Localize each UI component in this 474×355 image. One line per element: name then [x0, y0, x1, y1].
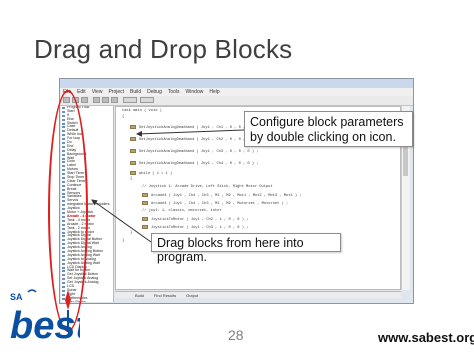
code-text: Arcade4 ( Joy1 , Ch4 , Ch3 , M1 , M2 , M…	[151, 201, 289, 206]
code-line[interactable]: JoystickToMotor ( Joy1 , Ch2 , 1 , 0 , 0…	[142, 217, 248, 222]
code-text: SetJoystickAnalogDeadband ( Joy1 , Ch2 ,…	[139, 137, 259, 142]
code-line[interactable]: while ( 1 = 1 )	[130, 171, 172, 176]
menu-item-project[interactable]: Project	[108, 88, 124, 96]
output-tabs: Build Find Results Output	[115, 291, 401, 298]
menu-item-tools[interactable]: Tools	[168, 88, 180, 96]
code-text: SetJoystickAnalogDeadband ( Joy1 , Ch3 ,…	[139, 149, 259, 154]
toolbar-cut-button[interactable]	[93, 97, 100, 103]
block-icon[interactable]	[142, 193, 148, 197]
block-icon[interactable]	[130, 171, 136, 175]
code-line[interactable]: // Joystick 1: Arcade Drive, Left Stick,…	[142, 185, 273, 190]
website-url[interactable]: www.sabest.org	[378, 330, 474, 345]
code-line[interactable]: // joy1: 1, classic, motorset, inter	[142, 209, 222, 214]
code-line[interactable]: {	[122, 115, 124, 120]
output-tab-find-results[interactable]: Find Results	[154, 293, 176, 298]
code-text: while ( 1 = 1 )	[139, 171, 173, 176]
menu-item-edit[interactable]: Edit	[77, 88, 86, 96]
code-text: // Joystick 1: Arcade Drive, Left Stick,…	[142, 185, 273, 189]
logo-wordmark: best	[10, 305, 80, 347]
app-toolbar	[60, 96, 413, 106]
code-line[interactable]: }	[130, 231, 132, 236]
code-text: {	[122, 115, 125, 119]
code-line[interactable]: JoystickToMotor ( Joy1 , Ch3 , 1 , 0 , 0…	[142, 225, 248, 230]
code-text: }	[130, 231, 133, 235]
code-line[interactable]: SetJoystickAnalogDeadband ( Joy1 , Ch3 ,…	[130, 149, 259, 154]
code-text: SetJoystickAnalogDeadband ( Joy1 , Ch1 ,…	[139, 125, 259, 130]
code-text: task main ( void )	[122, 109, 162, 113]
code-text: {	[130, 177, 133, 181]
block-icon[interactable]	[130, 125, 136, 129]
code-text: JoystickToMotor ( Joy1 , Ch3 , 1 , 0 , 0…	[151, 225, 249, 230]
code-text: Arcade4 ( Joy1 , Ch4 , Ch3 , M1 , M2 , M…	[151, 193, 302, 198]
block-icon[interactable]	[142, 201, 148, 205]
code-text: JoystickToMotor ( Joy1 , Ch2 , 1 , 0 , 0…	[151, 217, 249, 222]
output-tab-build[interactable]: Build	[135, 293, 144, 298]
code-line[interactable]: {	[130, 177, 132, 182]
block-icon[interactable]	[130, 149, 136, 153]
configure-callout: Configure block parameters by double cli…	[244, 111, 413, 147]
menu-item-build[interactable]: Build	[130, 88, 141, 96]
toolbar-run-button[interactable]	[140, 97, 154, 103]
block-icon[interactable]	[142, 217, 148, 221]
code-text: SetJoystickAnalogDeadband ( Joy1 , Ch4 ,…	[139, 161, 259, 166]
logo-prefix: SA	[10, 292, 23, 302]
code-line[interactable]: SetJoystickAnalogDeadband ( Joy1 , Ch2 ,…	[130, 137, 259, 142]
block-icon[interactable]	[130, 161, 136, 165]
block-icon[interactable]	[142, 225, 148, 229]
code-line[interactable]: Arcade4 ( Joy1 , Ch4 , Ch3 , M1 , M2 , M…	[142, 201, 288, 206]
drag-callout: Drag blocks from here into program.	[151, 233, 341, 264]
app-menubar: File Edit View Project Build Debug Tools Window…	[60, 88, 413, 96]
code-text: }	[122, 239, 125, 243]
code-line[interactable]: SetJoystickAnalogDeadband ( Joy1 , Ch1 ,…	[130, 125, 259, 130]
menu-item-debug[interactable]: Debug	[147, 88, 162, 96]
code-line[interactable]: }	[122, 239, 124, 244]
page-number: 28	[228, 327, 244, 343]
code-text: // joy1: 1, classic, motorset, inter	[142, 209, 222, 213]
block-icon[interactable]	[130, 137, 136, 141]
menu-item-view[interactable]: View	[92, 88, 103, 96]
sabest-logo: SA best	[10, 289, 80, 347]
code-line[interactable]: task main ( void )	[122, 109, 162, 114]
code-line[interactable]: Arcade4 ( Joy1 , Ch4 , Ch3 , M1 , M2 , M…	[142, 193, 301, 198]
toolbar-save-button[interactable]	[81, 97, 88, 103]
output-tab-output[interactable]: Output	[186, 293, 198, 298]
code-line[interactable]: SetJoystickAnalogDeadband ( Joy1 , Ch4 ,…	[130, 161, 259, 166]
toolbar-paste-button[interactable]	[111, 97, 118, 103]
menu-item-help[interactable]: Help	[209, 88, 219, 96]
toolbar-copy-button[interactable]	[102, 97, 109, 103]
toolbar-build-button[interactable]	[123, 97, 137, 103]
menu-item-window[interactable]: Window	[186, 88, 204, 96]
slide-title: Drag and Drop Blocks	[34, 34, 293, 64]
